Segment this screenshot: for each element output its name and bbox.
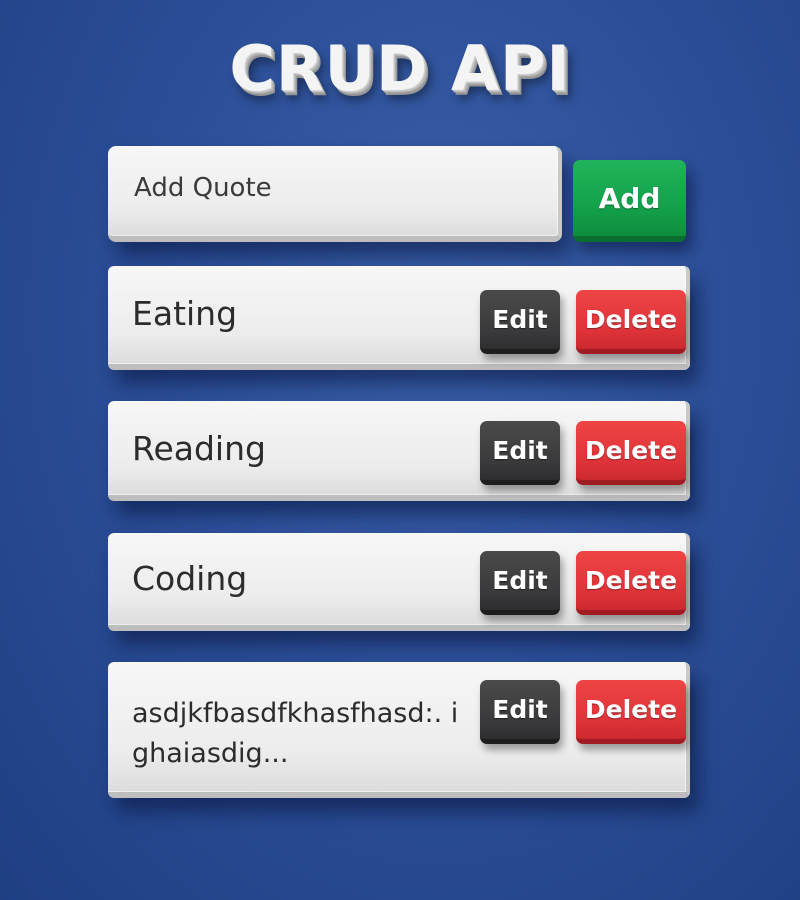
list-item: Eating Edit Delete — [108, 266, 690, 370]
edit-button[interactable]: Edit — [480, 421, 560, 485]
edit-button[interactable]: Edit — [480, 551, 560, 615]
delete-button[interactable]: Delete — [576, 421, 686, 485]
delete-button[interactable]: Delete — [576, 290, 686, 354]
quote-input-card — [108, 146, 562, 242]
list-item: asdjkfbasdfkhasfhasd:. ighaiasdig... Edi… — [108, 662, 690, 798]
list-item: Reading Edit Delete — [108, 401, 690, 501]
quote-text: Eating — [132, 294, 238, 333]
quote-text: Coding — [132, 559, 248, 598]
delete-button[interactable]: Delete — [576, 680, 686, 744]
quote-input[interactable] — [134, 168, 534, 208]
quote-text: asdjkfbasdfkhasfhasd:. ighaiasdig... — [132, 698, 459, 769]
edit-button[interactable]: Edit — [480, 680, 560, 744]
page-title: CRUD API — [229, 32, 571, 105]
edit-button[interactable]: Edit — [480, 290, 560, 354]
add-button[interactable]: Add — [573, 160, 686, 242]
list-item: Coding Edit Delete — [108, 533, 690, 631]
delete-button[interactable]: Delete — [576, 551, 686, 615]
quote-text: Reading — [132, 429, 266, 468]
